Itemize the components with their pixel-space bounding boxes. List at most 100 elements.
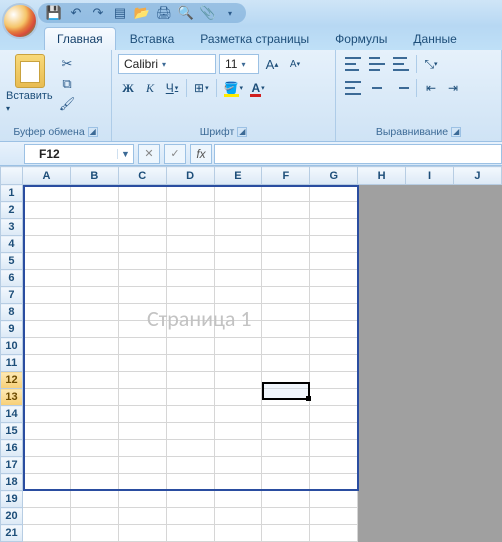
cell[interactable] <box>166 202 214 219</box>
cell[interactable] <box>166 389 214 406</box>
cell[interactable] <box>22 372 70 389</box>
cell[interactable] <box>358 423 406 440</box>
cell[interactable] <box>358 287 406 304</box>
cell[interactable] <box>70 406 118 423</box>
row-header[interactable]: 21 <box>1 525 23 542</box>
cell[interactable] <box>262 525 310 542</box>
cell[interactable] <box>453 219 501 236</box>
cell[interactable] <box>22 491 70 508</box>
cell[interactable] <box>70 253 118 270</box>
row-header[interactable]: 3 <box>1 219 23 236</box>
enter-formula-button[interactable]: ✓ <box>164 144 186 164</box>
cell[interactable] <box>166 440 214 457</box>
cell[interactable] <box>406 355 454 372</box>
paste-button[interactable]: Вставить ▾ <box>6 54 54 114</box>
cell[interactable] <box>22 304 70 321</box>
cell[interactable] <box>406 525 454 542</box>
copy-icon[interactable]: ⧉ <box>58 76 76 92</box>
save-icon[interactable]: 💾 <box>46 5 62 21</box>
cell[interactable] <box>22 202 70 219</box>
column-header[interactable]: J <box>453 167 501 185</box>
cell[interactable] <box>310 355 358 372</box>
cell[interactable] <box>262 372 310 389</box>
cell[interactable] <box>166 270 214 287</box>
row-header[interactable]: 5 <box>1 253 23 270</box>
worksheet-grid[interactable]: ABCDEFGHIJ123456789101112131415161718192… <box>0 166 502 510</box>
cell[interactable] <box>262 185 310 202</box>
font-dialog-launcher[interactable]: ◢ <box>237 127 247 137</box>
insert-function-button[interactable]: fx <box>190 144 212 164</box>
cell[interactable] <box>262 253 310 270</box>
row-header[interactable]: 18 <box>1 474 23 491</box>
cell[interactable] <box>262 355 310 372</box>
font-name-combo[interactable]: Calibri▾ <box>118 54 216 74</box>
cell[interactable] <box>453 491 501 508</box>
row-header[interactable]: 15 <box>1 423 23 440</box>
cell[interactable] <box>22 474 70 491</box>
column-header[interactable]: A <box>22 167 70 185</box>
cell[interactable] <box>118 270 166 287</box>
cell[interactable] <box>214 338 262 355</box>
cell[interactable] <box>22 457 70 474</box>
align-center-button[interactable] <box>366 78 388 98</box>
clipboard-dialog-launcher[interactable]: ◢ <box>88 127 98 137</box>
format-painter-icon[interactable]: 🖌 <box>58 96 76 112</box>
shrink-font-button[interactable]: A▾ <box>285 54 305 74</box>
cell[interactable] <box>22 321 70 338</box>
align-bottom-button[interactable] <box>390 54 412 74</box>
cell[interactable] <box>310 440 358 457</box>
cell[interactable] <box>310 525 358 542</box>
tab-page-layout[interactable]: Разметка страницы <box>188 28 321 50</box>
cell[interactable] <box>262 389 310 406</box>
cell[interactable] <box>310 236 358 253</box>
cell[interactable] <box>22 287 70 304</box>
cell[interactable] <box>262 508 310 525</box>
cell[interactable] <box>406 270 454 287</box>
font-color-button[interactable]: A▾ <box>248 78 268 98</box>
cell[interactable] <box>358 219 406 236</box>
cell[interactable] <box>262 491 310 508</box>
cancel-formula-button[interactable]: ✕ <box>138 144 160 164</box>
cell[interactable] <box>166 355 214 372</box>
cell[interactable] <box>166 372 214 389</box>
cell[interactable] <box>214 423 262 440</box>
decrease-indent-button[interactable]: ⇤ <box>421 78 441 98</box>
cell[interactable] <box>406 253 454 270</box>
cell[interactable] <box>310 219 358 236</box>
row-header[interactable]: 17 <box>1 457 23 474</box>
cell[interactable] <box>310 338 358 355</box>
row-header[interactable]: 9 <box>1 321 23 338</box>
cell[interactable] <box>262 219 310 236</box>
cell[interactable] <box>406 474 454 491</box>
cell[interactable] <box>118 355 166 372</box>
cell[interactable] <box>453 372 501 389</box>
cell[interactable] <box>214 270 262 287</box>
cell[interactable] <box>453 321 501 338</box>
cell[interactable] <box>70 185 118 202</box>
cell[interactable] <box>70 423 118 440</box>
cell[interactable] <box>262 423 310 440</box>
cell[interactable] <box>22 270 70 287</box>
cell[interactable] <box>262 321 310 338</box>
cell[interactable] <box>406 508 454 525</box>
cell[interactable] <box>214 253 262 270</box>
cell[interactable] <box>166 474 214 491</box>
cell[interactable] <box>166 338 214 355</box>
cell[interactable] <box>70 457 118 474</box>
cell[interactable] <box>310 321 358 338</box>
cell[interactable] <box>70 270 118 287</box>
cell[interactable] <box>310 423 358 440</box>
cell[interactable] <box>358 253 406 270</box>
cell[interactable] <box>358 321 406 338</box>
cell[interactable] <box>453 355 501 372</box>
cell[interactable] <box>406 304 454 321</box>
formula-input[interactable] <box>214 144 502 164</box>
column-header[interactable]: C <box>118 167 166 185</box>
cell[interactable] <box>310 185 358 202</box>
cell[interactable] <box>70 474 118 491</box>
cell[interactable] <box>406 185 454 202</box>
column-header[interactable]: F <box>262 167 310 185</box>
redo-icon[interactable]: ↷ <box>90 5 106 21</box>
cell[interactable] <box>358 202 406 219</box>
cell[interactable] <box>310 457 358 474</box>
